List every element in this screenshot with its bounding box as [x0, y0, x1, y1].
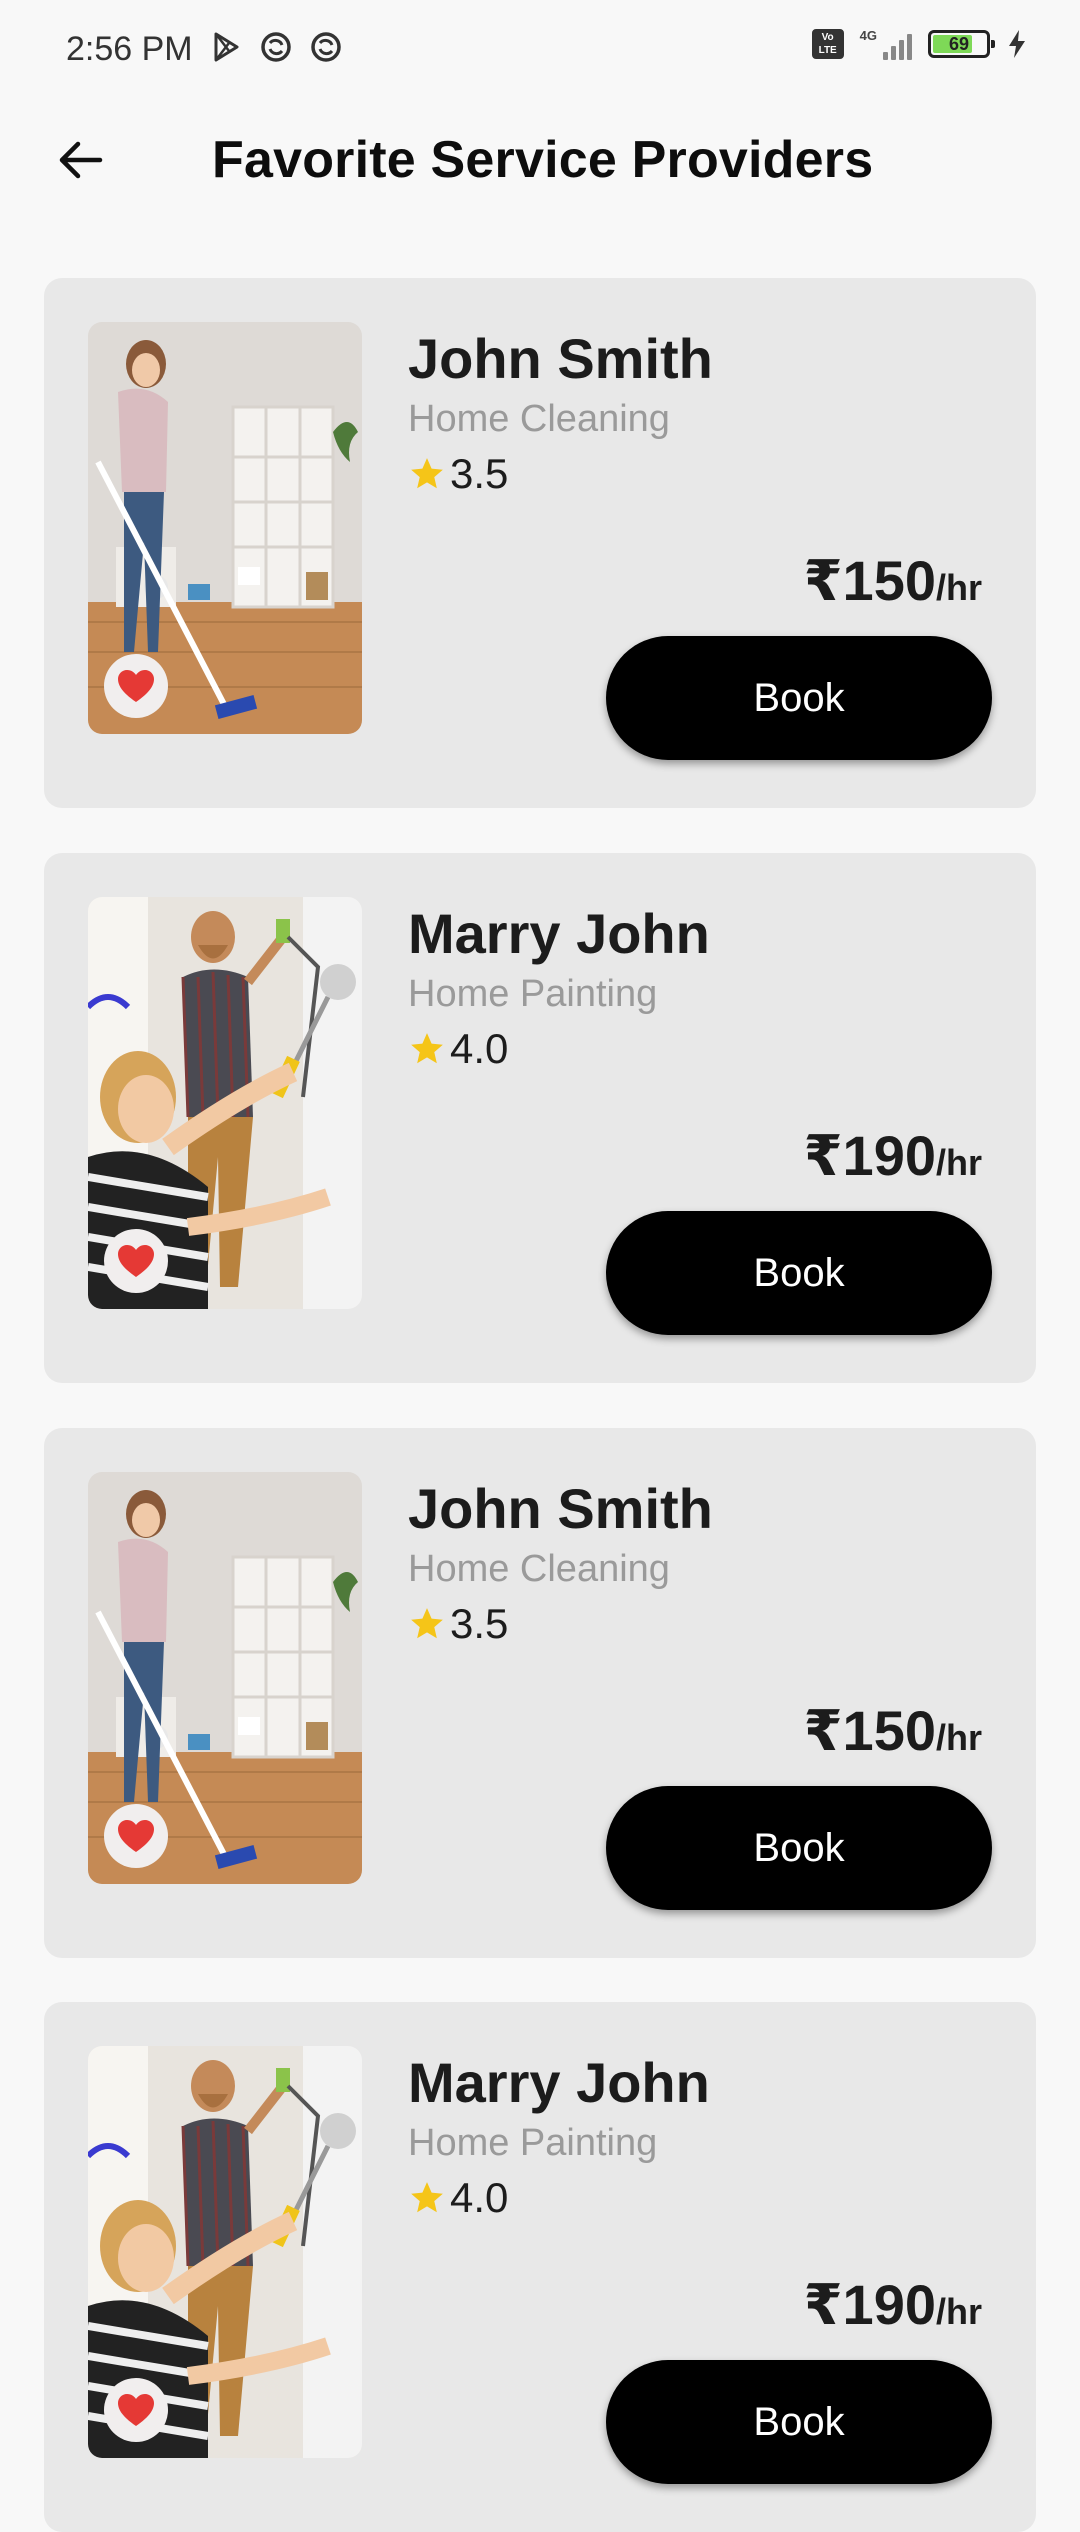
- price-unit: /hr: [935, 567, 982, 608]
- book-button[interactable]: Book: [606, 2360, 992, 2484]
- provider-rating: 3.5: [408, 1600, 508, 1648]
- favorite-button[interactable]: [104, 2378, 168, 2442]
- provider-photo: [88, 2046, 362, 2458]
- provider-price: ₹190 /hr: [804, 2272, 982, 2338]
- battery-level: 69: [948, 34, 970, 54]
- heart-icon: [118, 670, 154, 702]
- book-button[interactable]: Book: [606, 636, 992, 760]
- provider-name: Marry John: [408, 2051, 710, 2114]
- notification-icons: [210, 31, 342, 63]
- heart-icon: [118, 2394, 154, 2426]
- heart-icon: [118, 1820, 154, 1852]
- book-button[interactable]: Book: [606, 1211, 992, 1335]
- star-icon: [411, 1033, 443, 1064]
- page-title: Favorite Service Providers: [212, 131, 874, 189]
- provider-price: ₹150 /hr: [804, 548, 982, 614]
- price-unit: /hr: [935, 1717, 982, 1758]
- provider-rating: 3.5: [408, 450, 508, 498]
- price-amount: ₹190: [803, 2273, 936, 2336]
- provider-rating: 4.0: [408, 2174, 508, 2222]
- sync-icon: [261, 32, 291, 62]
- rating-value: 4.0: [450, 2174, 509, 2221]
- provider-name: Marry John: [408, 902, 710, 965]
- signal-icon: 4G: [860, 28, 912, 60]
- network-type: 4G: [859, 28, 877, 43]
- sync-icon-2: [311, 32, 341, 62]
- star-icon: [411, 2182, 443, 2213]
- favorite-button[interactable]: [104, 654, 168, 718]
- book-button[interactable]: Book: [606, 1786, 992, 1910]
- charging-icon: [1009, 30, 1025, 58]
- battery-icon: 69: [928, 30, 995, 58]
- back-button[interactable]: [44, 124, 116, 196]
- provider-name: John Smith: [408, 1477, 713, 1540]
- favorite-button[interactable]: [104, 1804, 168, 1868]
- provider-name: John Smith: [408, 327, 713, 390]
- provider-card[interactable]: Marry John Home Painting 4.0 ₹190 /hr Bo…: [44, 2002, 1036, 2532]
- rating-value: 3.5: [450, 1600, 509, 1647]
- volte-icon: Vo LTE: [811, 29, 844, 59]
- provider-photo: [88, 897, 362, 1309]
- app-header: Favorite Service Providers: [0, 110, 1080, 210]
- arrow-left-icon: [59, 141, 103, 179]
- price-unit: /hr: [935, 2291, 982, 2332]
- status-bar: 2:56 PM Vo LTE 4G 69: [0, 0, 1080, 100]
- provider-rating: 4.0: [408, 1025, 508, 1073]
- star-icon: [411, 1608, 443, 1639]
- provider-card[interactable]: John Smith Home Cleaning 3.5 ₹150 /hr Bo…: [44, 1428, 1036, 1958]
- provider-photo: [88, 1472, 362, 1884]
- provider-card[interactable]: John Smith Home Cleaning 3.5 ₹150 /hr Bo…: [44, 278, 1036, 808]
- provider-card[interactable]: Marry John Home Painting 4.0 ₹190 /hr Bo…: [44, 853, 1036, 1383]
- price-amount: ₹150: [803, 549, 936, 612]
- price-amount: ₹150: [803, 1699, 936, 1762]
- rating-value: 3.5: [450, 450, 509, 497]
- provider-price: ₹150 /hr: [804, 1698, 982, 1764]
- price-unit: /hr: [935, 1142, 982, 1183]
- play-store-icon: [214, 32, 239, 62]
- star-icon: [411, 458, 443, 489]
- rating-value: 4.0: [450, 1025, 509, 1072]
- provider-service: Home Cleaning: [408, 398, 670, 440]
- system-icons: Vo LTE 4G 69: [811, 28, 1028, 60]
- provider-photo: [88, 322, 362, 734]
- provider-price: ₹190 /hr: [804, 1123, 982, 1189]
- provider-service: Home Cleaning: [408, 1548, 670, 1590]
- provider-service: Home Painting: [408, 2122, 658, 2164]
- heart-icon: [118, 1245, 154, 1277]
- price-amount: ₹190: [803, 1124, 936, 1187]
- favorite-button[interactable]: [104, 1229, 168, 1293]
- status-time: 2:56 PM: [66, 30, 193, 68]
- provider-service: Home Painting: [408, 973, 658, 1015]
